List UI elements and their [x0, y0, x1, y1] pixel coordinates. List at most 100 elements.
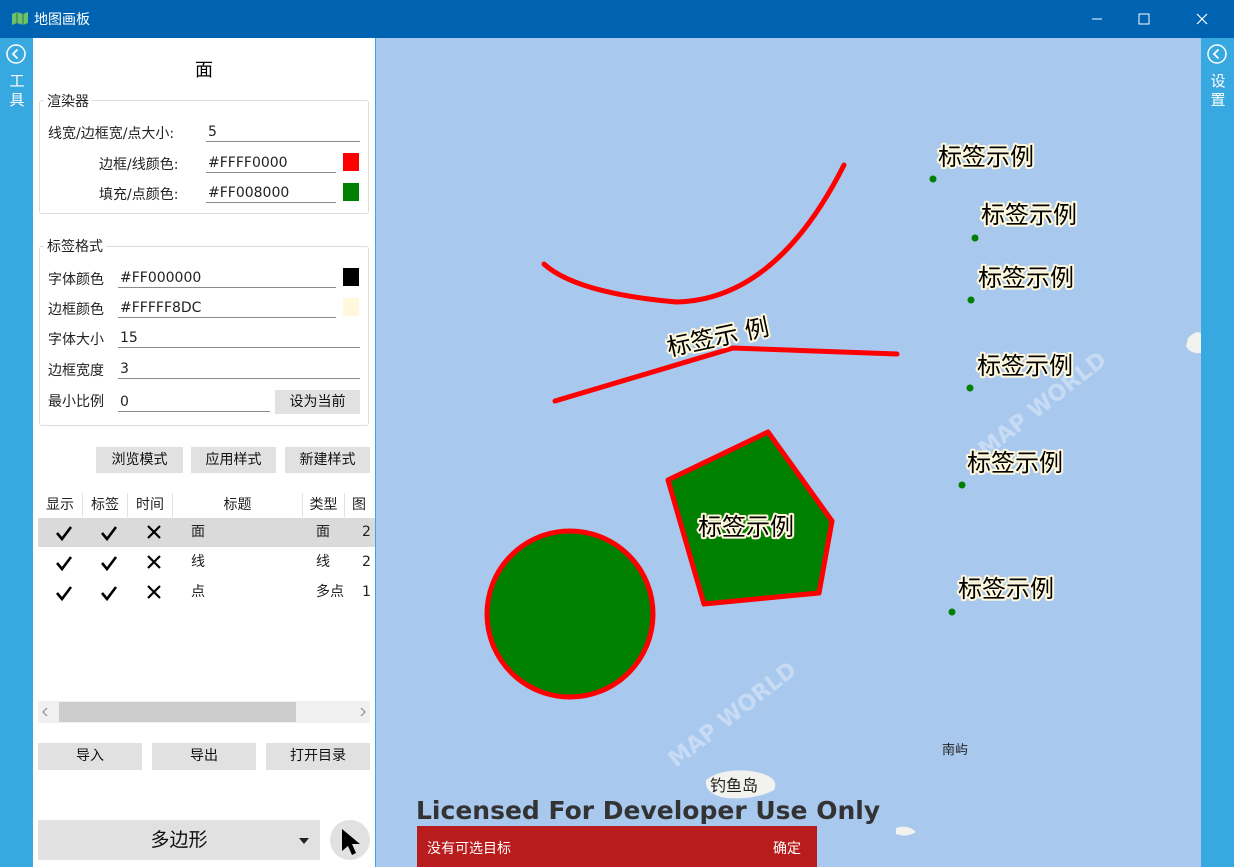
arrow-cursor-icon — [342, 829, 360, 855]
label-border-color-swatch[interactable] — [343, 298, 359, 316]
check-icon[interactable] — [100, 518, 118, 547]
draw-mode-select[interactable]: 多边形 — [38, 820, 320, 860]
border-color-label: 边框/线颜色: — [99, 157, 179, 173]
settings-label: 设置 — [1210, 72, 1226, 109]
point-label: 标签示例 — [977, 352, 1073, 380]
check-icon[interactable] — [55, 548, 73, 577]
place-label-nanyu: 南屿 — [942, 743, 969, 758]
feature-labels: 标签示例 标签示例 标签示例 标签示例 标签示例 标签示例 标签示例 标签示 例 — [662, 141, 1079, 605]
place-label-diaoyu: 钓鱼岛 — [710, 776, 759, 795]
draw-mode-value: 多边形 — [150, 829, 208, 851]
chevron-down-icon — [299, 838, 309, 844]
row-count: 2 — [362, 554, 371, 570]
border-color-field[interactable]: #FFFF0000 — [206, 153, 336, 173]
scroll-left-icon[interactable] — [41, 707, 49, 717]
point-marker — [966, 384, 974, 392]
row-count: 2 — [362, 524, 371, 540]
row-type: 多点 — [316, 584, 344, 600]
map-canvas[interactable]: MAP WORLD MAP WORLD 标签示例 标签示例 标签示例 标签示例 … — [376, 38, 1201, 867]
line-width-field[interactable]: 5 — [206, 122, 360, 142]
row-count: 1 — [362, 584, 371, 600]
label-border-color-label: 边框颜色 — [48, 302, 104, 318]
fill-color-field[interactable]: #FF008000 — [206, 183, 336, 203]
fill-color-label: 填充/点颜色: — [99, 187, 179, 203]
map-view[interactable]: MAP WORLD MAP WORLD 标签示例 标签示例 标签示例 标签示例 … — [376, 38, 1201, 867]
min-scale-field[interactable]: 0 — [118, 392, 270, 412]
point-label: 标签示例 — [967, 449, 1063, 477]
table-row[interactable]: 面 面 2 — [38, 518, 375, 547]
island-shape — [896, 826, 916, 836]
table-row[interactable]: 点 多点 1 — [38, 578, 375, 607]
cross-icon[interactable] — [145, 548, 163, 577]
export-button[interactable]: 导出 — [152, 743, 256, 770]
font-size-field[interactable]: 15 — [118, 328, 360, 348]
label-border-color-field[interactable]: #FFFFF8DC — [118, 298, 336, 318]
line-width-label: 线宽/边框宽/点大小: — [48, 126, 175, 142]
close-button[interactable] — [1179, 0, 1225, 38]
license-watermark: Licensed For Developer Use Only — [416, 796, 881, 825]
maximize-icon — [1138, 13, 1150, 25]
apply-style-button[interactable]: 应用样式 — [191, 447, 276, 473]
point-marker — [971, 234, 979, 242]
point-label: 标签示例 — [938, 143, 1034, 171]
fill-color-swatch[interactable] — [343, 183, 359, 201]
check-icon[interactable] — [55, 518, 73, 547]
layer-table-header: 显示 标签 时间 标题 类型 图 — [38, 493, 375, 517]
tools-label: 工具 — [9, 72, 25, 109]
scrollbar-thumb[interactable] — [59, 702, 296, 722]
minimize-button[interactable] — [1074, 0, 1120, 38]
column-type[interactable]: 类型 — [303, 493, 345, 517]
column-time[interactable]: 时间 — [128, 493, 173, 517]
notification-toast: 没有可选目标 确定 — [417, 826, 817, 867]
row-type: 线 — [316, 554, 330, 570]
tools-strip[interactable]: 工具 — [0, 38, 33, 867]
point-label: 标签示例 — [981, 201, 1077, 229]
open-directory-button[interactable]: 打开目录 — [266, 743, 370, 770]
font-color-label: 字体颜色 — [48, 272, 104, 288]
table-horizontal-scrollbar[interactable] — [38, 701, 370, 723]
cross-icon[interactable] — [145, 518, 163, 547]
close-icon — [1196, 13, 1208, 25]
table-row[interactable]: 线 线 2 — [38, 548, 375, 577]
label-format-legend: 标签格式 — [44, 236, 106, 256]
check-icon[interactable] — [100, 578, 118, 607]
column-show[interactable]: 显示 — [38, 493, 83, 517]
collapse-left-icon[interactable] — [6, 44, 26, 64]
border-width-field[interactable]: 3 — [118, 359, 360, 379]
point-label: 标签示例 — [958, 575, 1054, 603]
column-title[interactable]: 标题 — [173, 493, 303, 517]
minimize-icon — [1092, 18, 1102, 20]
border-color-swatch[interactable] — [343, 153, 359, 171]
toast-ok-button[interactable]: 确定 — [773, 838, 801, 858]
point-marker — [967, 296, 975, 304]
set-current-button[interactable]: 设为当前 — [275, 390, 360, 414]
import-button[interactable]: 导入 — [38, 743, 142, 770]
panel-title: 面 — [195, 60, 213, 81]
select-tool-button[interactable] — [330, 820, 370, 860]
point-marker — [958, 481, 966, 489]
font-color-field[interactable]: #FF000000 — [118, 268, 336, 288]
renderer-legend: 渲染器 — [44, 91, 92, 111]
cross-icon[interactable] — [145, 578, 163, 607]
min-scale-label: 最小比例 — [48, 394, 104, 410]
browse-mode-button[interactable]: 浏览模式 — [96, 447, 183, 473]
arc-line — [541, 162, 847, 305]
border-width-label: 边框宽度 — [48, 363, 104, 379]
check-icon[interactable] — [100, 548, 118, 577]
new-style-button[interactable]: 新建样式 — [285, 447, 370, 473]
scroll-right-icon[interactable] — [359, 707, 367, 717]
tool-panel: 面 渲染器 线宽/边框宽/点大小: 5 边框/线颜色: #FFFF0000 填充… — [33, 38, 376, 867]
collapse-right-icon[interactable] — [1207, 44, 1227, 64]
column-label[interactable]: 标签 — [83, 493, 128, 517]
polygon-label: 标签示例 — [698, 513, 794, 541]
maximize-button[interactable] — [1121, 0, 1167, 38]
check-icon[interactable] — [55, 578, 73, 607]
settings-strip[interactable]: 设置 — [1201, 38, 1234, 867]
row-title: 面 — [191, 524, 205, 540]
font-color-swatch[interactable] — [343, 268, 359, 286]
map-icon — [12, 12, 28, 25]
title-bar: 地图画板 — [0, 0, 1234, 38]
column-count[interactable]: 图 — [345, 493, 375, 517]
point-label: 标签示例 — [978, 264, 1074, 292]
polyline — [552, 345, 900, 404]
